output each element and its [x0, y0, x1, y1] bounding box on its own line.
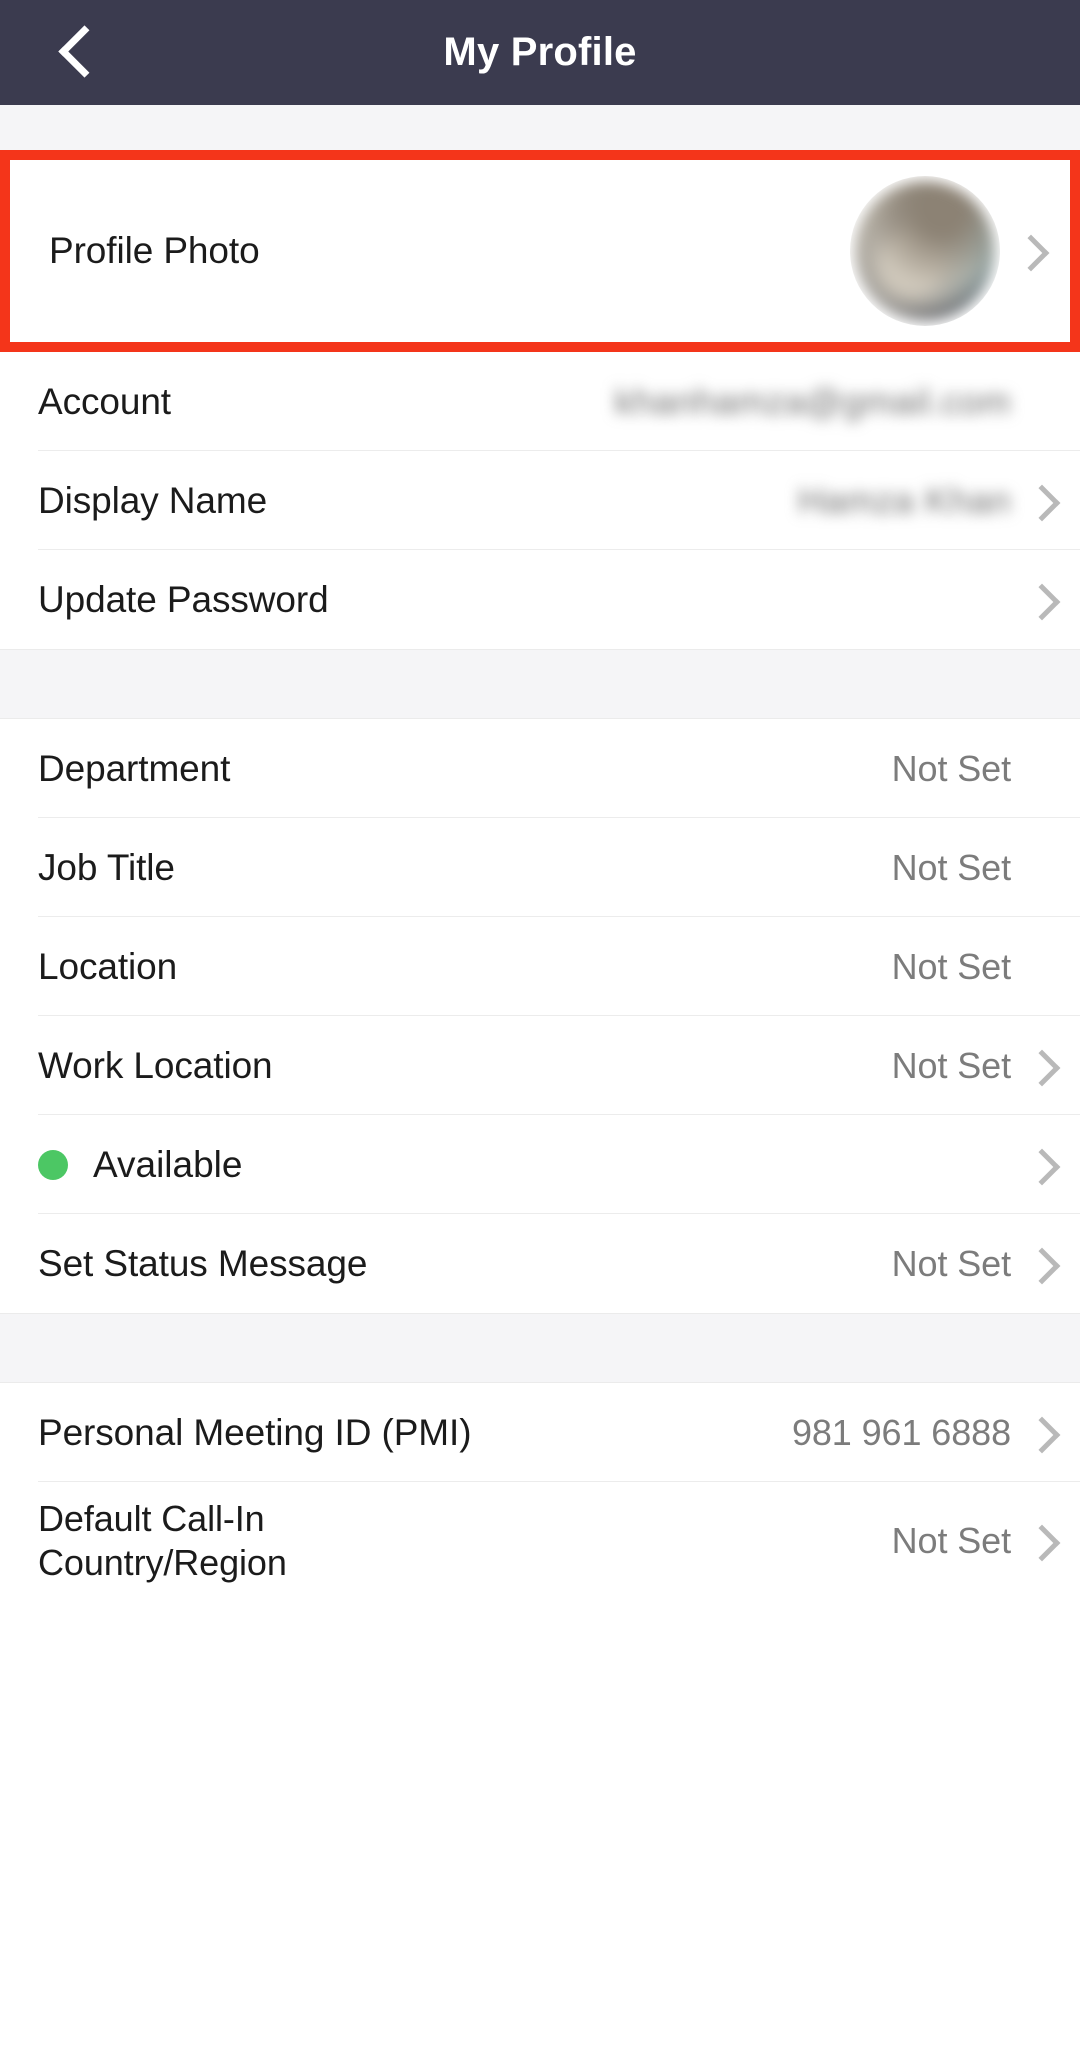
chevron-right-icon [1029, 1418, 1046, 1448]
row-label-personal-meeting-id: Personal Meeting ID (PMI) [38, 1411, 472, 1453]
row-right-job-title: Not Set [892, 847, 1046, 889]
row-update-password[interactable]: Update Password [0, 550, 1080, 649]
row-label-location: Location [38, 945, 178, 987]
row-right-default-call-in-country: Not Set [892, 1520, 1046, 1562]
row-label-profile-photo: Profile Photo [49, 230, 260, 272]
account-section: Account khanhamza@gmail.com Display Name… [0, 352, 1080, 649]
chevron-right-icon [1029, 1526, 1046, 1556]
chevron-right-icon [1029, 585, 1046, 615]
meeting-section: Personal Meeting ID (PMI) 981 961 6888 D… [0, 1383, 1080, 1600]
back-button[interactable] [30, 0, 120, 105]
row-job-title[interactable]: Job Title Not Set [0, 818, 1080, 917]
row-label-department: Department [38, 747, 231, 789]
row-label-display-name: Display Name [38, 479, 268, 521]
chevron-right-icon [1029, 1051, 1046, 1081]
row-value-display-name-redacted: Hamza Khan [797, 479, 1011, 521]
row-right-location: Not Set [892, 946, 1046, 988]
section-spacer-1 [0, 649, 1080, 719]
row-set-status-message[interactable]: Set Status Message Not Set [0, 1214, 1080, 1313]
profile-photo-highlight: Profile Photo [0, 150, 1080, 352]
chevron-left-icon [60, 27, 90, 79]
chevron-right-icon [1018, 236, 1035, 266]
row-display-name[interactable]: Display Name Hamza Khan [0, 451, 1080, 550]
row-label-job-title: Job Title [38, 846, 175, 888]
section-spacer-top [0, 105, 1080, 150]
row-right-department: Not Set [892, 748, 1046, 790]
row-right-personal-meeting-id: 981 961 6888 [792, 1412, 1046, 1454]
row-value-set-status-message: Not Set [891, 1242, 1011, 1284]
work-info-section: Department Not Set Job Title Not Set Loc… [0, 719, 1080, 1313]
row-label-availability-status: Available [93, 1143, 243, 1185]
avatar-image [855, 181, 995, 321]
row-value-department: Not Set [891, 747, 1011, 789]
row-department[interactable]: Department Not Set [0, 719, 1080, 818]
my-profile-screen: My Profile Profile Photo Account khanham… [0, 0, 1080, 2047]
row-value-default-call-in-country: Not Set [891, 1520, 1011, 1561]
row-value-work-location: Not Set [891, 1044, 1011, 1086]
row-account[interactable]: Account khanhamza@gmail.com [0, 352, 1080, 451]
page-title: My Profile [443, 30, 637, 74]
row-value-location: Not Set [891, 945, 1011, 987]
row-profile-photo[interactable]: Profile Photo [10, 160, 1070, 342]
row-default-call-in-country[interactable]: Default Call-In Country/Region Not Set [0, 1482, 1080, 1600]
row-right-set-status-message: Not Set [892, 1243, 1046, 1285]
avatar[interactable] [850, 176, 1000, 326]
row-right-work-location: Not Set [892, 1045, 1046, 1087]
chevron-right-icon [1029, 1249, 1046, 1279]
row-label-line-1: Default Call-In [38, 1498, 265, 1540]
row-personal-meeting-id[interactable]: Personal Meeting ID (PMI) 981 961 6888 [0, 1383, 1080, 1482]
row-label-default-call-in-country: Default Call-In Country/Region [38, 1497, 287, 1585]
row-value-account-redacted: khanhamza@gmail.com [614, 380, 1011, 422]
row-label-set-status-message: Set Status Message [38, 1242, 368, 1284]
app-header: My Profile [0, 0, 1080, 105]
row-right-display-name: Hamza Khan [798, 480, 1046, 522]
row-right-profile-photo [850, 176, 1035, 326]
row-location[interactable]: Location Not Set [0, 917, 1080, 1016]
row-right-account: khanhamza@gmail.com [615, 381, 1046, 423]
chevron-right-icon [1029, 1150, 1046, 1180]
chevron-right-icon [1029, 486, 1046, 516]
row-right-availability-status [1029, 1150, 1046, 1180]
row-value-personal-meeting-id: 981 961 6888 [791, 1411, 1011, 1453]
status-available-dot-icon [38, 1149, 68, 1180]
row-label-line-2: Country/Region [38, 1542, 287, 1583]
section-spacer-2 [0, 1313, 1080, 1383]
row-label-work-location: Work Location [38, 1044, 273, 1086]
row-availability-status[interactable]: Available [0, 1115, 1080, 1214]
row-work-location[interactable]: Work Location Not Set [0, 1016, 1080, 1115]
row-label-account: Account [38, 380, 171, 422]
row-right-update-password [1029, 585, 1046, 615]
row-label-update-password: Update Password [38, 578, 329, 620]
row-value-job-title: Not Set [891, 846, 1011, 888]
